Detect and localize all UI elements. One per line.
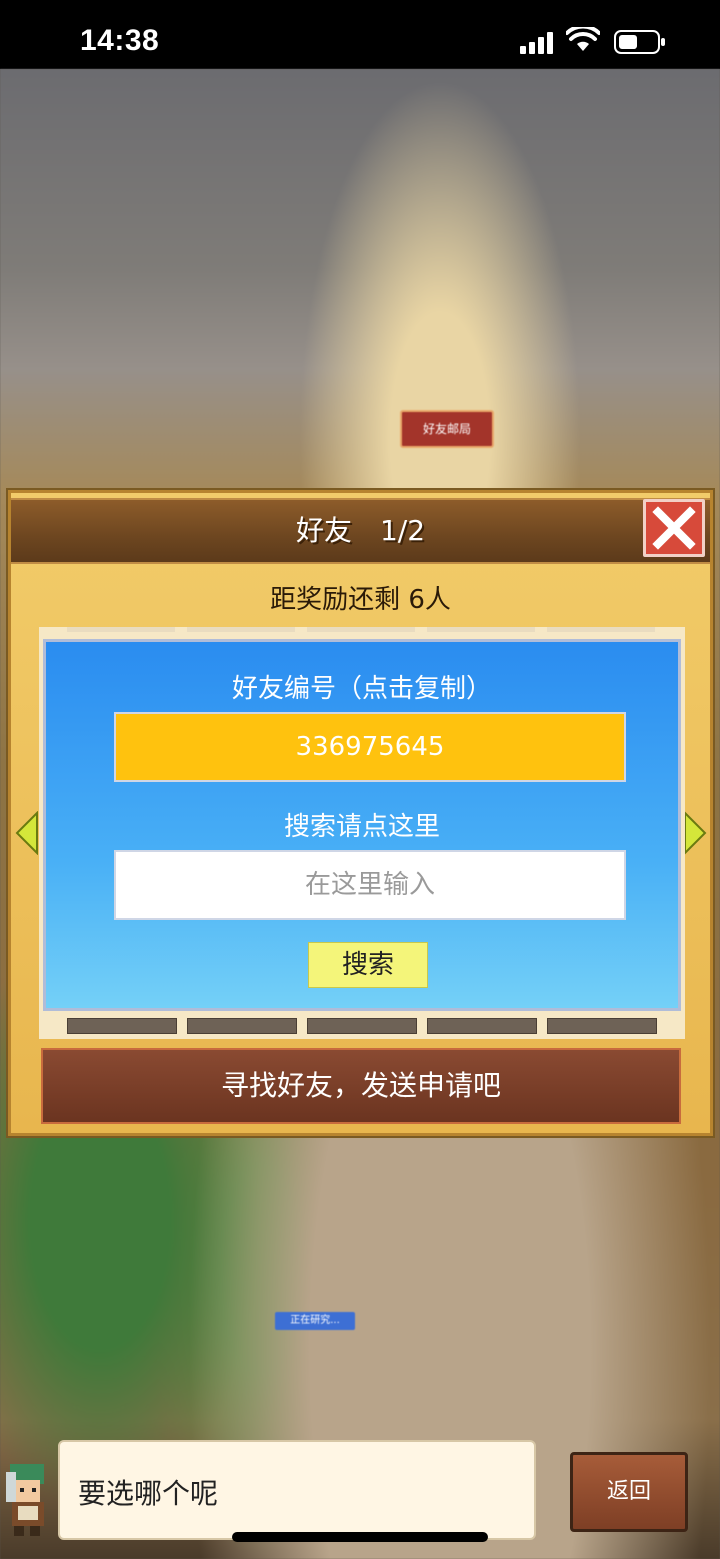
friend-search-panel: 好友编号（点击复制） 336975645 搜索请点这里 在这里输入 搜索: [43, 639, 681, 1011]
close-button[interactable]: [643, 499, 705, 557]
slot-top-divider: [307, 627, 415, 632]
back-button[interactable]: 返回: [570, 1452, 688, 1532]
cellular-signal-icon: [520, 32, 553, 54]
npc-speech-text: 要选哪个呢: [78, 1477, 219, 1510]
home-indicator[interactable]: [232, 1532, 488, 1542]
friend-slot[interactable]: [307, 1018, 417, 1034]
reward-remaining-text: 距奖励还剩 6人: [270, 585, 451, 615]
search-label: 搜索请点这里: [283, 812, 440, 842]
wifi-icon: [566, 27, 600, 51]
dialog-title-bar: 好友 1/2: [11, 498, 710, 564]
find-friends-button[interactable]: 寻找好友，发送申请吧: [41, 1048, 681, 1124]
close-icon: [652, 506, 696, 550]
search-input[interactable]: 在这里输入: [114, 850, 626, 920]
battery-icon: [614, 30, 665, 54]
slot-top-divider: [67, 627, 175, 632]
friend-slot[interactable]: [187, 1018, 297, 1034]
research-status-tag: 正在研究...: [275, 1312, 355, 1330]
prev-page-arrow-icon[interactable]: [15, 811, 39, 855]
npc-speech-bubble: 要选哪个呢: [58, 1440, 536, 1540]
slot-top-divider: [187, 627, 295, 632]
status-bar: 14:38: [0, 0, 720, 69]
slot-top-divider: [547, 627, 655, 632]
slot-top-divider: [427, 627, 535, 632]
next-page-arrow-icon[interactable]: [683, 811, 707, 855]
friend-panel-frame: 好友编号（点击复制） 336975645 搜索请点这里 在这里输入 搜索: [39, 627, 685, 1039]
post-office-sign[interactable]: 好友邮局: [400, 410, 494, 448]
friends-dialog: 好友 1/2 距奖励还剩 6人 好友编号（点击复制） 336975645 搜索请…: [8, 490, 713, 1136]
friend-slot[interactable]: [427, 1018, 537, 1034]
friend-id-copy-button[interactable]: 336975645: [114, 712, 626, 782]
friend-slot[interactable]: [67, 1018, 177, 1034]
dialog-title: 好友 1/2: [295, 514, 426, 547]
search-button[interactable]: 搜索: [308, 942, 428, 988]
friend-slot[interactable]: [547, 1018, 657, 1034]
status-time: 14:38: [80, 24, 160, 57]
npc-avatar-icon: [6, 1464, 44, 1536]
friend-id-label: 好友编号（点击复制）: [231, 674, 492, 704]
